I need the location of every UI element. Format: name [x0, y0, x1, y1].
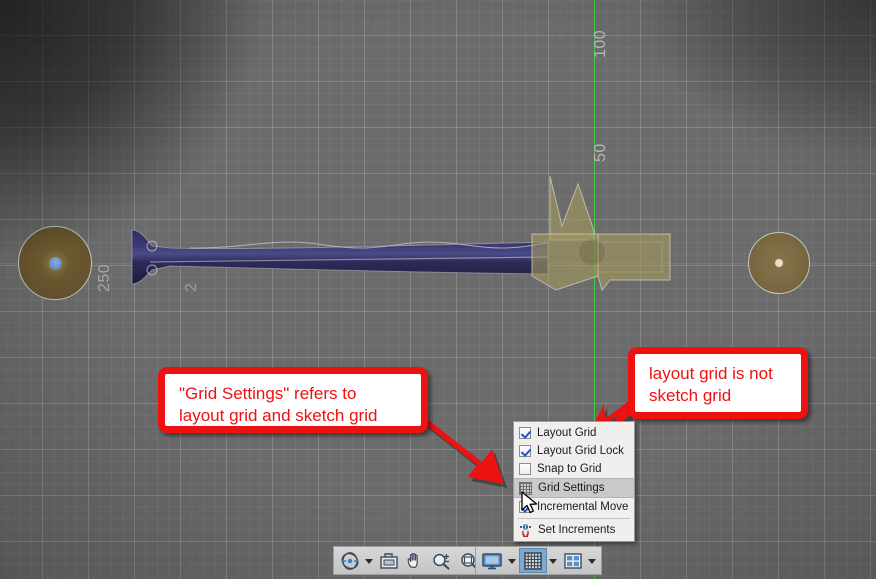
- model-blade[interactable]: [498, 176, 688, 298]
- display-settings-button[interactable]: [478, 548, 506, 573]
- callout-right-line2: sketch grid: [649, 386, 732, 406]
- look-at-icon: [380, 552, 398, 569]
- menu-item-set-increments[interactable]: Set Increments: [514, 521, 634, 539]
- orbit-dropdown-caret-icon[interactable]: [365, 559, 373, 564]
- pan-button[interactable]: [402, 548, 428, 573]
- monitor-icon: [482, 552, 502, 569]
- callout-right-line1: layout grid is not: [649, 364, 773, 383]
- menu-item-label: Grid Settings: [538, 482, 605, 494]
- menu-item-snap-to-grid[interactable]: Snap to Grid: [514, 460, 634, 478]
- axis-label-50: 50: [592, 143, 609, 162]
- zoom-button[interactable]: [428, 548, 456, 573]
- checkbox-checked-icon[interactable]: [519, 501, 531, 513]
- menu-item-layout-grid-lock[interactable]: Layout Grid Lock: [514, 442, 634, 460]
- viewport-3d[interactable]: 100 50 250 2: [0, 0, 876, 579]
- model-disc-left[interactable]: [18, 226, 92, 300]
- navigation-toolbar[interactable]: [333, 546, 486, 575]
- menu-item-label: Incremental Move: [537, 501, 629, 513]
- orbit-button[interactable]: [337, 548, 363, 573]
- axis-label-2: 2: [183, 282, 200, 292]
- orbit-icon: [341, 551, 359, 570]
- grid-settings-icon: [519, 481, 532, 495]
- menu-item-incremental-move[interactable]: Incremental Move: [514, 498, 634, 516]
- display-settings-caret-icon[interactable]: [508, 559, 516, 564]
- menu-divider: [518, 518, 630, 519]
- checkbox-checked-icon[interactable]: [519, 427, 531, 439]
- callout-left-line1: "Grid Settings" refers to: [179, 384, 357, 403]
- checkbox-unchecked-icon[interactable]: [519, 463, 531, 475]
- viewports-caret-icon[interactable]: [588, 559, 596, 564]
- look-at-button[interactable]: [376, 548, 402, 573]
- callout-layout-grid: layout grid is not sketch grid: [628, 347, 808, 419]
- set-increments-icon: [520, 524, 531, 537]
- menu-item-label: Snap to Grid: [537, 463, 602, 475]
- menu-item-label: Layout Grid Lock: [537, 445, 624, 457]
- grid-settings-button[interactable]: [519, 548, 547, 573]
- grid-context-menu[interactable]: Layout Grid Layout Grid Lock Snap to Gri…: [513, 421, 635, 542]
- menu-item-label: Layout Grid: [537, 427, 597, 439]
- viewports-button[interactable]: [560, 548, 586, 573]
- zoom-icon: [433, 553, 450, 570]
- callout-grid-settings: "Grid Settings" refers to layout grid an…: [158, 367, 428, 433]
- disc-hub-left: [49, 257, 62, 270]
- disc-hub-right: [775, 259, 783, 267]
- model-disc-right[interactable]: [748, 232, 810, 294]
- view-toolbar[interactable]: [475, 546, 602, 575]
- viewport-grid-icon: [564, 552, 582, 569]
- axis-label-250: 250: [96, 263, 113, 292]
- menu-item-layout-grid[interactable]: Layout Grid: [514, 424, 634, 442]
- callout-left-line2: layout grid and sketch grid: [179, 406, 378, 426]
- axis-label-100: 100: [592, 29, 609, 58]
- checkbox-checked-icon[interactable]: [519, 445, 531, 457]
- menu-item-label: Set Increments: [538, 524, 616, 536]
- grid-settings-caret-icon[interactable]: [549, 559, 557, 564]
- menu-item-grid-settings[interactable]: Grid Settings: [514, 478, 634, 498]
- grid-icon: [524, 551, 542, 570]
- pan-hand-icon: [407, 552, 418, 568]
